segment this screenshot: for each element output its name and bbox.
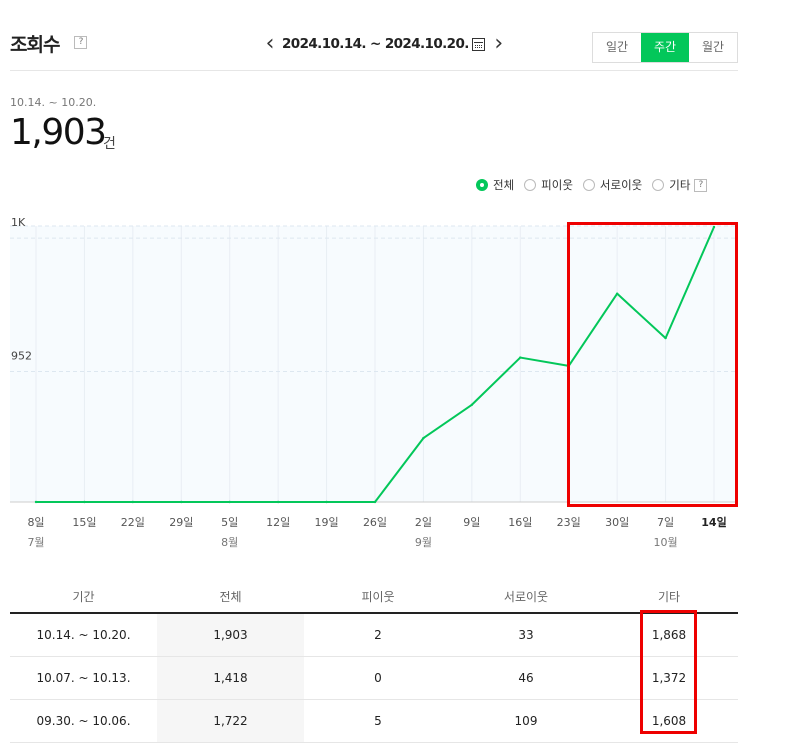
x-tick-label: 12일 <box>266 515 290 529</box>
radio-icon <box>524 179 537 191</box>
table-row: 10.14. ~ 10.20. 1,903 2 33 1,868 <box>10 613 738 657</box>
date-range-label: 2024.10.14. ~ 2024.10.20. <box>282 36 469 52</box>
x-tick-label: 8일 <box>27 515 44 529</box>
cell-other: 1,372 <box>600 656 738 700</box>
data-point <box>276 500 280 504</box>
data-point <box>422 436 425 440</box>
filter-label: 전체 <box>493 178 515 192</box>
x-tick-label: 15일 <box>72 515 96 529</box>
filter-other[interactable]: 기타 <box>652 177 690 193</box>
table-header-row: 기간 전체 피이웃 서로이웃 기타 <box>10 580 738 614</box>
data-point <box>470 403 474 406</box>
data-point <box>83 500 86 504</box>
data-point <box>615 292 619 295</box>
x-tick-label: 19일 <box>315 515 339 529</box>
cell-neighbor: 5 <box>304 699 452 743</box>
filter-label: 서로이웃 <box>599 178 643 192</box>
tab-daily[interactable]: 일간 <box>593 33 641 62</box>
table-row: 10.07. ~ 10.13. 1,418 0 46 1,372 <box>10 656 738 700</box>
x-tick-label: 23일 <box>557 515 581 529</box>
tab-monthly[interactable]: 월간 <box>689 33 737 62</box>
data-point <box>373 500 377 504</box>
cell-neighbor: 2 <box>304 613 452 657</box>
month-label: 10월 <box>654 536 678 549</box>
plot-area <box>10 226 738 502</box>
month-label: 7월 <box>27 536 44 549</box>
prev-period-button[interactable]: ‹ <box>262 33 278 55</box>
total-unit: 건 <box>103 136 116 152</box>
header-divider <box>10 70 738 71</box>
date-navigator: ‹ 2024.10.14. ~ 2024.10.20. › <box>262 32 507 56</box>
cell-neighbor: 0 <box>304 656 452 700</box>
column-header: 피이웃 <box>304 580 452 614</box>
y-tick-label: 952 <box>11 349 32 362</box>
filter-label: 기타 <box>669 178 691 192</box>
help-icon[interactable]: ? <box>694 178 708 192</box>
cell-total: 1,418 <box>157 656 304 700</box>
cell-total: 1,903 <box>157 613 304 657</box>
page-title: 조회수 ? <box>10 30 87 57</box>
filter-neighbor[interactable]: 피이웃 <box>524 177 573 193</box>
cell-mutual: 109 <box>452 699 600 743</box>
x-tick-label: 5일 <box>221 515 238 529</box>
radio-icon <box>652 179 665 191</box>
summary-range: 10.14. ~ 10.20. <box>10 96 97 109</box>
month-label: 9월 <box>415 536 432 549</box>
cell-mutual: 33 <box>452 613 600 657</box>
x-tick-label: 26일 <box>363 515 387 529</box>
cell-other: 1,608 <box>600 699 738 743</box>
x-tick-label: 22일 <box>121 515 145 529</box>
x-tick-label: 2일 <box>415 515 432 529</box>
x-tick-label: 7일 <box>657 515 674 529</box>
month-label: 8월 <box>221 536 238 549</box>
x-tick-label: 9일 <box>463 515 480 529</box>
data-point <box>228 500 231 504</box>
cell-period: 09.30. ~ 10.06. <box>10 699 157 743</box>
data-point <box>34 500 38 504</box>
views-line-chart: 1K 952 8일 15일 22일 29일 5일 12일 19일 26일 2일 9일 16일 23일 30일… <box>10 216 738 549</box>
column-header: 서로이웃 <box>452 580 600 614</box>
tab-weekly[interactable]: 주간 <box>641 33 689 62</box>
cell-period: 10.14. ~ 10.20. <box>10 613 157 657</box>
help-icon[interactable]: ? <box>74 36 87 49</box>
x-tick-label: 16일 <box>508 515 532 529</box>
filter-label: 피이웃 <box>541 178 573 192</box>
total-views: 1,903 <box>10 112 107 153</box>
column-header: 전체 <box>157 580 304 614</box>
data-point <box>664 336 667 340</box>
cell-total: 1,722 <box>157 699 304 743</box>
y-tick-label: 1K <box>11 216 26 229</box>
cell-period: 10.07. ~ 10.13. <box>10 656 157 700</box>
column-header: 기간 <box>10 580 157 614</box>
data-point <box>519 356 522 359</box>
data-point <box>712 225 716 229</box>
radio-icon <box>582 179 595 191</box>
calendar-icon[interactable] <box>471 37 485 51</box>
x-tick-label: 29일 <box>169 515 193 529</box>
data-point <box>325 500 328 504</box>
x-tick-label: 14일 <box>701 515 726 529</box>
column-header: 기타 <box>600 580 738 614</box>
radio-icon <box>476 179 488 191</box>
filter-all[interactable]: 전체 <box>476 177 514 193</box>
x-tick-label: 30일 <box>605 515 629 529</box>
filter-mutual-neighbor[interactable]: 서로이웃 <box>582 177 643 193</box>
period-tabs: 일간 주간 월간 <box>592 32 738 63</box>
visitor-filter: 전체 피이웃 서로이웃 기타 ? <box>476 177 708 193</box>
cell-mutual: 46 <box>452 656 600 700</box>
data-point <box>180 500 183 504</box>
data-point <box>131 500 135 504</box>
table-row: 09.30. ~ 10.06. 1,722 5 109 1,608 <box>10 699 738 743</box>
data-point <box>567 364 570 368</box>
next-period-button[interactable]: › <box>491 33 507 55</box>
cell-other: 1,868 <box>600 613 738 657</box>
views-table: 기간 전체 피이웃 서로이웃 기타 10.14. ~ 10.20. 1,903 … <box>10 580 738 743</box>
page-title-text: 조회수 <box>10 34 60 56</box>
